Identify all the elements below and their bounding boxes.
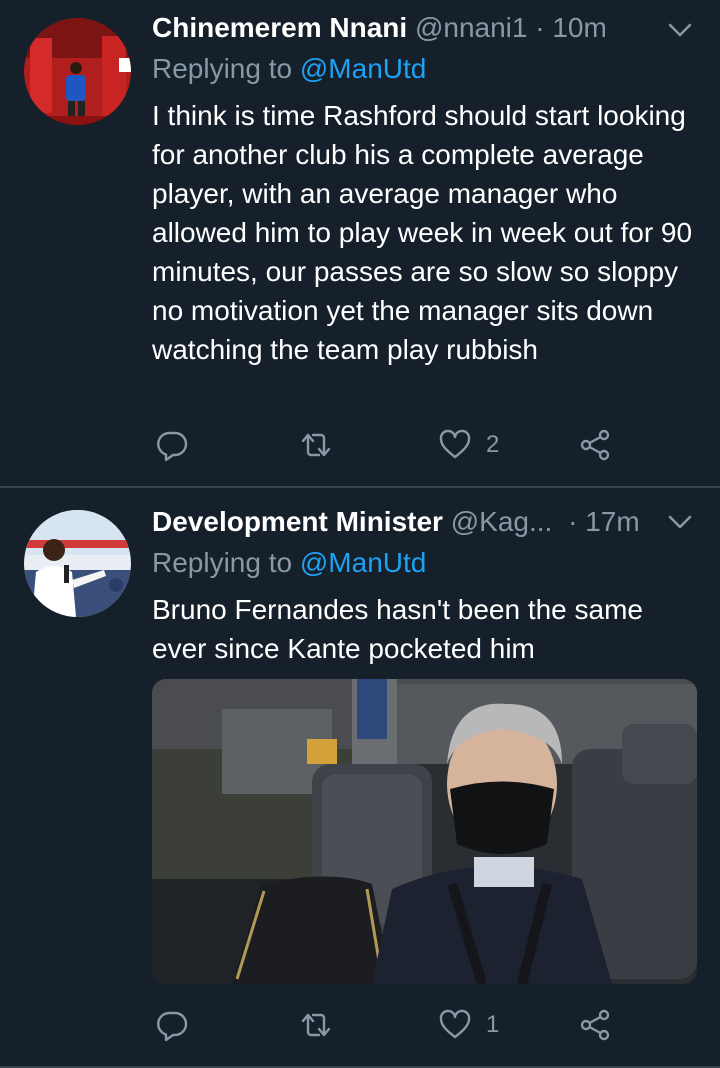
user-handle[interactable]: @nnani1 (415, 12, 528, 43)
like-count: 1 (486, 1011, 500, 1038)
chevron-down-icon[interactable] (666, 16, 694, 44)
avatar[interactable] (24, 18, 131, 125)
retweet-icon (301, 1013, 331, 1037)
mention-link[interactable]: @ManUtd (300, 547, 426, 578)
mention-link[interactable]: @ManUtd (300, 53, 426, 84)
share-button[interactable] (578, 1005, 612, 1045)
like-button[interactable]: 1 (438, 1005, 499, 1045)
tweet-text: I think is time Rashford should start lo… (152, 100, 693, 365)
reply-icon (157, 431, 188, 462)
reply-icon (157, 1011, 188, 1042)
share-icon (580, 429, 610, 461)
replying-to: Replying to @ManUtd (152, 547, 426, 579)
avatar[interactable] (24, 510, 131, 617)
tweet-header: Development Minister @Kag... · 17m (152, 506, 640, 538)
like-count: 2 (486, 431, 500, 458)
replying-prefix: Replying to (152, 53, 293, 84)
display-name[interactable]: Development Minister (152, 506, 443, 537)
tweet-divider (0, 486, 720, 488)
replying-to: Replying to @ManUtd (152, 53, 426, 85)
share-button[interactable] (578, 425, 612, 465)
share-icon (580, 1009, 610, 1041)
retweet-icon (301, 433, 331, 457)
timestamp[interactable]: · 17m (568, 506, 640, 537)
tweet-actions: 1 (152, 1005, 622, 1045)
retweet-button[interactable] (299, 425, 333, 465)
retweet-button[interactable] (299, 1005, 333, 1045)
display-name[interactable]: Chinemerem Nnani (152, 12, 407, 43)
replying-prefix: Replying to (152, 547, 293, 578)
tweet-text: Bruno Fernandes hasn't been the same eve… (152, 594, 643, 664)
reply-button[interactable] (155, 1005, 189, 1045)
chevron-down-icon[interactable] (666, 508, 694, 536)
reply-button[interactable] (155, 425, 189, 465)
user-handle[interactable]: @Kag... (451, 506, 553, 537)
timestamp[interactable]: · 10m (535, 12, 607, 43)
tweet-header: Chinemerem Nnani @nnani1 · 10m (152, 12, 607, 44)
tweet[interactable]: Chinemerem Nnani @nnani1 · 10m Replying … (0, 0, 720, 487)
tweet-photo[interactable] (152, 679, 697, 984)
like-icon (439, 1009, 471, 1039)
like-button[interactable]: 2 (438, 425, 499, 465)
tweet-actions: 2 (152, 425, 622, 465)
like-icon (439, 429, 471, 459)
